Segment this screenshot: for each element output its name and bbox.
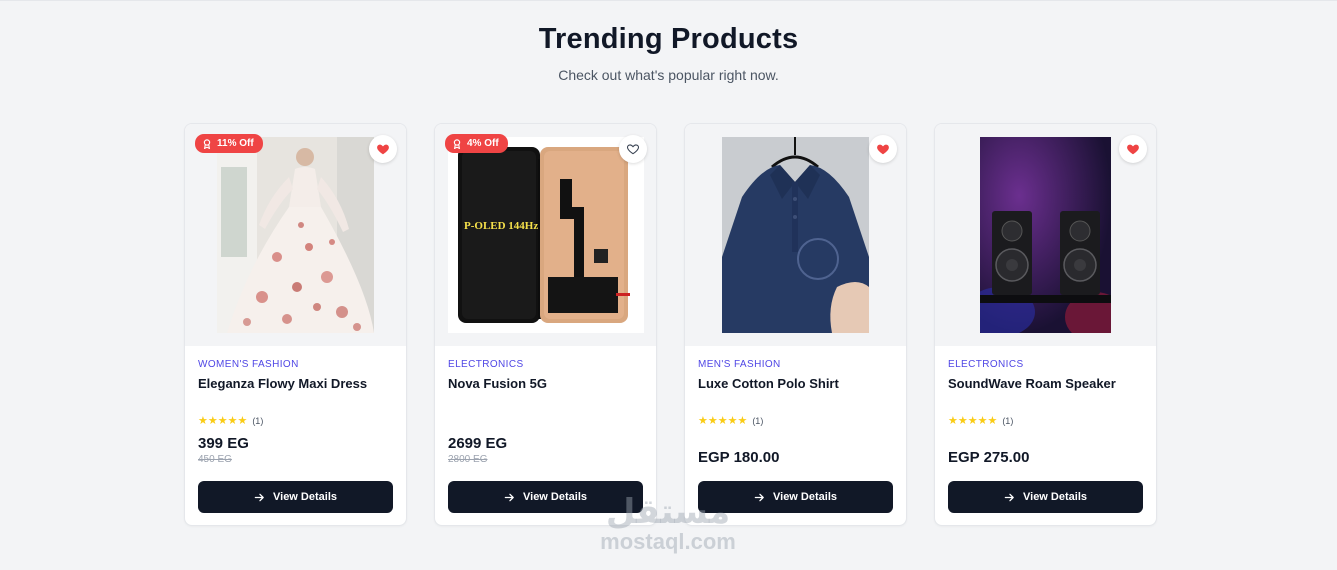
- product-name[interactable]: Luxe Cotton Polo Shirt: [698, 376, 893, 391]
- discount-badge: 4% Off: [445, 134, 508, 153]
- product-rating: ★★★★★ (1): [948, 414, 1013, 427]
- product-card[interactable]: MEN'S FASHION Luxe Cotton Polo Shirt ★★★…: [684, 123, 907, 526]
- product-price: 2699 EG: [448, 435, 508, 452]
- product-image-area[interactable]: 11% Off: [185, 124, 406, 346]
- product-info: ELECTRONICS SoundWave Roam Speaker ★★★★★…: [935, 346, 1156, 525]
- product-image-area[interactable]: [685, 124, 906, 346]
- rating-count: (1): [1002, 415, 1014, 426]
- arrow-right-icon: [504, 493, 514, 501]
- section-subtitle: Check out what's popular right now.: [558, 67, 779, 83]
- heart-filled-icon: [1127, 144, 1139, 155]
- view-details-button[interactable]: View Details: [948, 481, 1143, 513]
- discount-badge-label: 11% Off: [217, 138, 254, 149]
- product-name[interactable]: Eleganza Flowy Maxi Dress: [198, 376, 393, 391]
- product-card[interactable]: ELECTRONICS SoundWave Roam Speaker ★★★★★…: [934, 123, 1157, 526]
- watermark: مستقل mostaql.com: [592, 495, 744, 555]
- rating-stars: ★★★★★: [698, 415, 748, 427]
- product-category[interactable]: WOMEN'S FASHION: [198, 359, 393, 370]
- discount-badge: 11% Off: [195, 134, 263, 153]
- view-details-label: View Details: [523, 491, 587, 503]
- product-category[interactable]: ELECTRONICS: [448, 359, 643, 370]
- product-grid: 11% Off WOMEN'S FASHION Eleganza Flowy M…: [184, 123, 1157, 526]
- view-details-button[interactable]: View Details: [198, 481, 393, 513]
- product-price: 399 EG: [198, 435, 249, 452]
- rating-count: (1): [752, 415, 764, 426]
- product-category[interactable]: ELECTRONICS: [948, 359, 1143, 370]
- rating-stars: ★★★★★: [198, 415, 248, 427]
- heart-filled-icon: [877, 144, 889, 155]
- arrow-right-icon: [754, 493, 764, 501]
- product-image-area[interactable]: [935, 124, 1156, 346]
- product-price: EGP 275.00: [948, 449, 1030, 466]
- product-card[interactable]: 4% Off P-OLED 144Hz ELECTRONICS Nova Fus…: [434, 123, 657, 526]
- watermark-text: mostaql.com: [600, 529, 736, 554]
- product-image-area[interactable]: 4% Off P-OLED 144Hz: [435, 124, 656, 346]
- heart-outline-icon: [627, 144, 639, 155]
- section-title: Trending Products: [538, 23, 799, 55]
- view-details-label: View Details: [1023, 491, 1087, 503]
- product-category[interactable]: MEN'S FASHION: [698, 359, 893, 370]
- product-name[interactable]: SoundWave Roam Speaker: [948, 376, 1143, 391]
- wishlist-button[interactable]: [619, 135, 647, 163]
- heart-filled-icon: [377, 144, 389, 155]
- wishlist-button[interactable]: [369, 135, 397, 163]
- floral-dress-image: [217, 137, 374, 333]
- rating-stars: ★★★★★: [948, 415, 998, 427]
- discount-badge-label: 4% Off: [467, 138, 499, 149]
- phone-screen-image-text: P-OLED 144Hz: [464, 220, 538, 232]
- speakers-image: [980, 137, 1111, 333]
- award-icon: [453, 138, 461, 149]
- phone-screen-image: P-OLED 144Hz: [447, 137, 644, 333]
- product-price: EGP 180.00: [698, 449, 780, 466]
- wishlist-button[interactable]: [1119, 135, 1147, 163]
- watermark-logo: مستقل: [605, 493, 731, 531]
- arrow-right-icon: [1004, 493, 1014, 501]
- product-name[interactable]: Nova Fusion 5G: [448, 376, 643, 391]
- view-details-label: View Details: [773, 491, 837, 503]
- product-rating: ★★★★★ (1): [198, 414, 263, 427]
- product-rating: ★★★★★ (1): [698, 414, 763, 427]
- arrow-right-icon: [254, 493, 264, 501]
- polo-shirt-image: [722, 137, 869, 333]
- product-old-price: 2800 EG: [448, 454, 488, 465]
- rating-count: (1): [252, 415, 264, 426]
- wishlist-button[interactable]: [869, 135, 897, 163]
- view-details-label: View Details: [273, 491, 337, 503]
- product-card[interactable]: 11% Off WOMEN'S FASHION Eleganza Flowy M…: [184, 123, 407, 526]
- product-old-price: 450 EG: [198, 454, 232, 465]
- award-icon: [203, 138, 211, 149]
- product-info: WOMEN'S FASHION Eleganza Flowy Maxi Dres…: [185, 346, 406, 525]
